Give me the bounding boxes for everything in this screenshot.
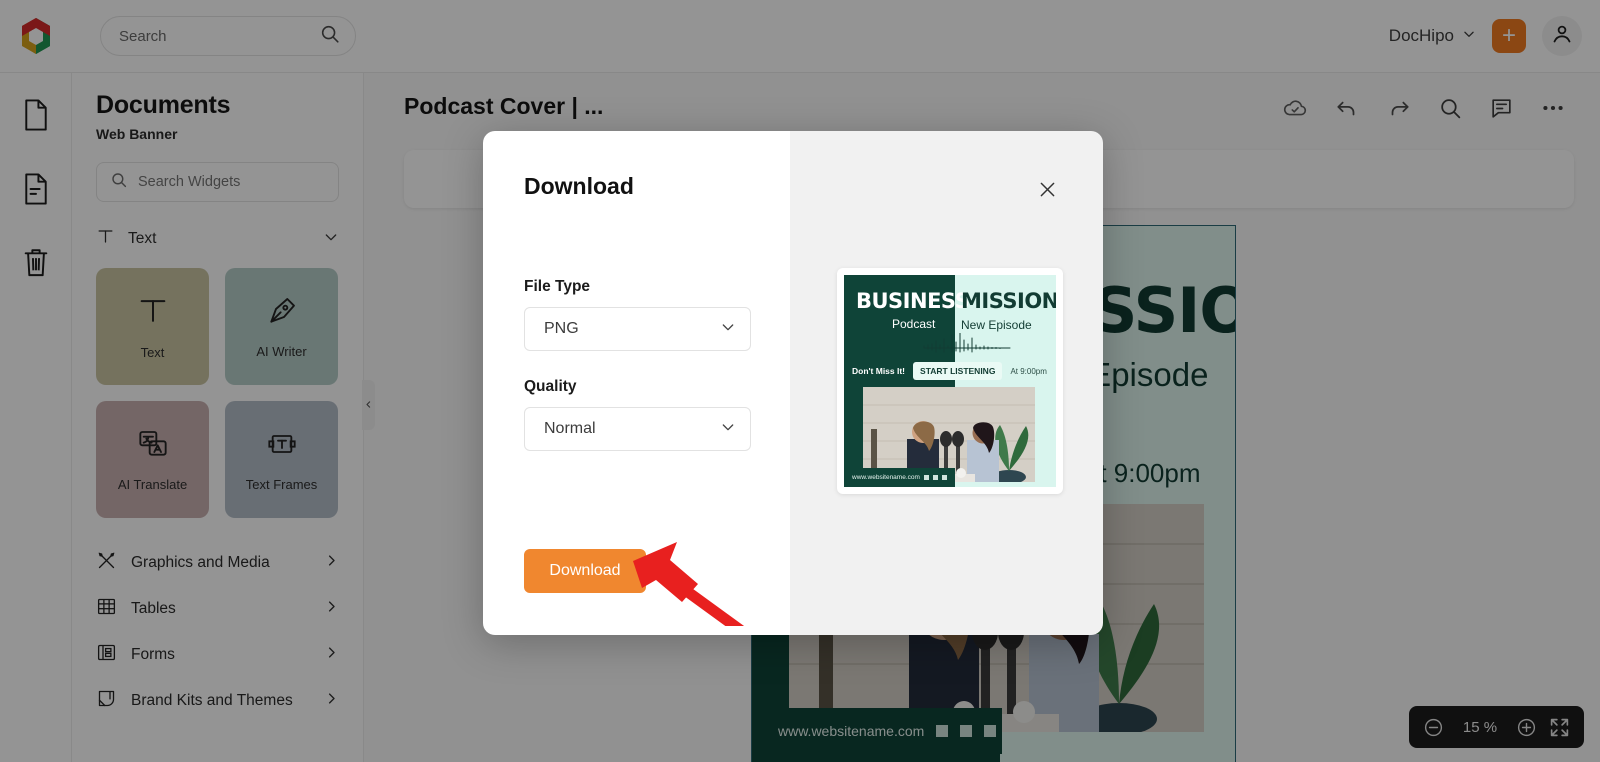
preview-title-left: BUSINESS: [856, 289, 970, 313]
preview-title-right: MISSION: [961, 289, 1056, 313]
file-type-select[interactable]: PNG: [524, 307, 751, 351]
quality-select[interactable]: Normal: [524, 407, 751, 451]
modal-right-panel: BUSINESS MISSION Podcast New Episode Don…: [790, 131, 1103, 635]
preview-cta-post: At 9:00pm: [1010, 366, 1047, 376]
chevron-down-icon: [720, 419, 736, 440]
chevron-down-icon: [720, 319, 736, 340]
download-modal: Download File Type PNG Quality Normal Do…: [483, 131, 1103, 635]
preview-cta-pre: Don't Miss It!: [852, 366, 906, 376]
modal-title: Download: [524, 173, 634, 199]
preview-subtitle-right: New Episode: [961, 318, 1032, 332]
social-square-icon: [923, 475, 929, 480]
social-square-icon: [941, 475, 947, 480]
preview-cta-row: Don't Miss It! START LISTENING At 9:00pm: [852, 362, 1052, 380]
file-type-value: PNG: [544, 320, 579, 337]
close-icon[interactable]: [1035, 177, 1059, 201]
preview-cta-button: START LISTENING: [913, 362, 1003, 380]
social-square-icon: [932, 475, 938, 480]
preview-url: www.websitename.com: [852, 474, 920, 481]
preview-footer: www.websitename.com: [844, 468, 955, 487]
quality-value: Normal: [544, 420, 596, 437]
preview-artwork: BUSINESS MISSION Podcast New Episode Don…: [844, 275, 1056, 487]
modal-left-panel: Download File Type PNG Quality Normal Do…: [483, 131, 790, 635]
quality-label: Quality: [524, 378, 577, 395]
app-root: DocHipo +: [0, 0, 1600, 762]
preview-subtitle-left: Podcast: [892, 317, 936, 331]
file-type-label: File Type: [524, 278, 591, 295]
waveform-icon: [923, 333, 1011, 353]
download-preview: BUSINESS MISSION Podcast New Episode Don…: [837, 268, 1063, 494]
download-button[interactable]: Download: [524, 549, 646, 593]
